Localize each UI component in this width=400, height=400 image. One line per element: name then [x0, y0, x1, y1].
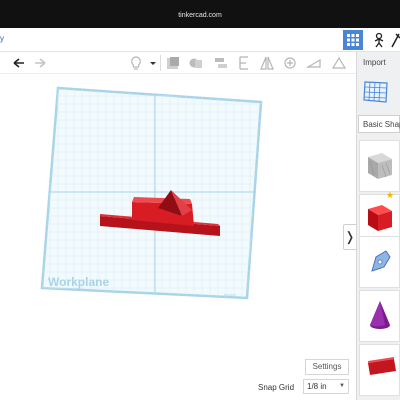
snap-grid-label: Snap Grid — [258, 383, 295, 392]
toolbar-divider — [160, 55, 161, 71]
star-icon: ★ — [386, 190, 395, 200]
shape-card-text[interactable] — [359, 344, 400, 396]
design-title[interactable]: y — [0, 34, 4, 43]
shape-card-pen[interactable] — [359, 236, 400, 288]
pen-icon — [371, 250, 391, 272]
mirror-icon[interactable] — [259, 55, 275, 71]
workplane-label: Workplane — [48, 275, 109, 289]
grid-view-button[interactable] — [343, 30, 363, 50]
url-text[interactable]: tinkercad.com — [0, 12, 400, 19]
text-icon — [368, 357, 396, 375]
cone-icon[interactable] — [305, 55, 322, 71]
workplane-unit-label: Inches — [224, 292, 236, 297]
workplane[interactable]: Workplane Inches — [40, 86, 264, 300]
tools-icon[interactable] — [391, 32, 400, 48]
snap-grid-select[interactable]: 1/8 in ▼ — [303, 379, 349, 394]
walk-icon[interactable] — [371, 32, 387, 48]
import-button[interactable]: Import — [363, 58, 386, 67]
chevron-right-icon: ❭ — [344, 229, 356, 244]
export-icon[interactable] — [282, 55, 298, 71]
redo-icon[interactable] — [33, 55, 49, 71]
snap-grid-value: 1/8 in — [307, 382, 327, 391]
chevron-down-icon: ▼ — [339, 383, 345, 389]
cone-icon — [370, 301, 390, 329]
triangle-icon[interactable] — [331, 55, 347, 71]
shape-card-cone[interactable] — [359, 290, 400, 342]
flip-icon[interactable] — [237, 55, 253, 71]
group-icon[interactable] — [188, 55, 204, 71]
light-icon[interactable] — [128, 55, 144, 71]
workplane-tool-card[interactable] — [359, 78, 400, 108]
undo-icon[interactable] — [10, 55, 26, 71]
shape-category-label: Basic Shap — [363, 120, 400, 129]
grid-view-icon — [347, 34, 359, 46]
box-striped-icon — [368, 153, 392, 179]
settings-button[interactable]: Settings — [305, 359, 349, 375]
shape-icon[interactable] — [165, 55, 181, 71]
collapse-panel-button[interactable]: ❭ — [343, 224, 356, 250]
app-header: y — [0, 28, 400, 52]
align-icon[interactable] — [213, 55, 229, 71]
shape-card-box-striped[interactable] — [359, 140, 400, 192]
browser-bar: tinkercad.com — [0, 0, 400, 28]
workplane-icon — [363, 81, 388, 103]
